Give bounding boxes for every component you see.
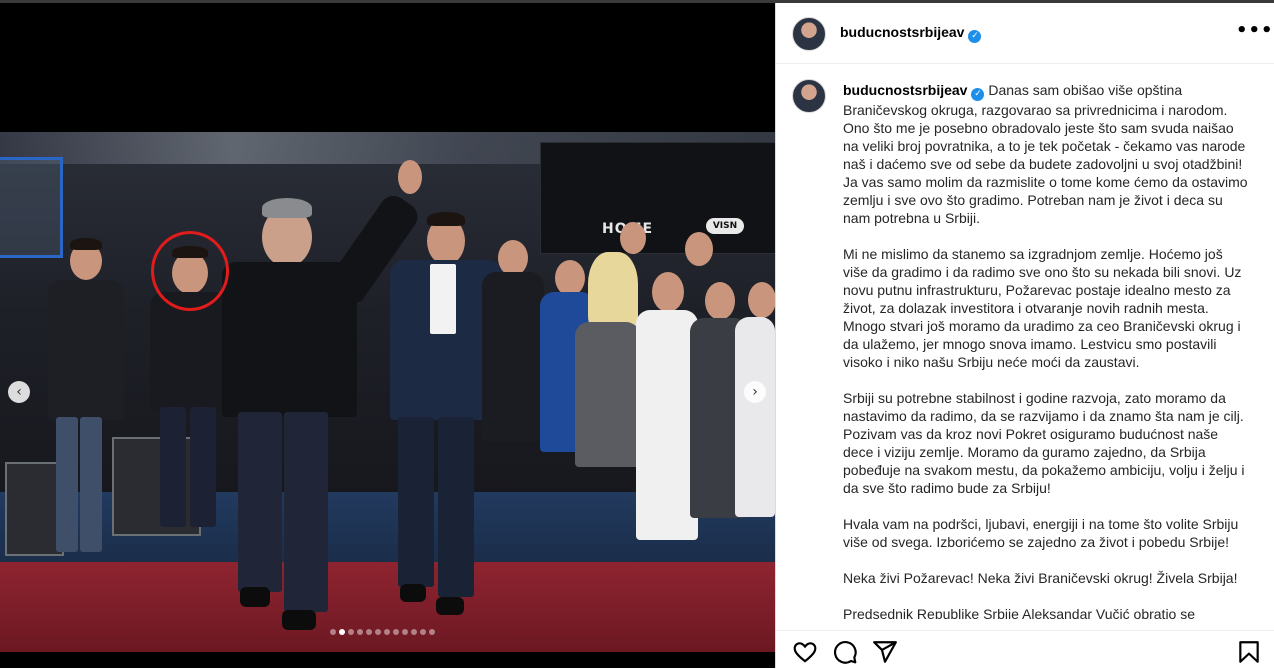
carousel-next-button[interactable]: ›	[744, 381, 766, 403]
heart-icon[interactable]	[792, 639, 818, 665]
author-avatar[interactable]	[792, 17, 826, 51]
carousel-prev-button[interactable]: ‹	[8, 381, 30, 403]
carousel-dot	[366, 629, 372, 635]
carousel-dot	[393, 629, 399, 635]
carousel-dot	[384, 629, 390, 635]
post-caption: buducnostsrbijeav ✓ Danas sam obišao više…	[843, 81, 1248, 619]
comment-icon[interactable]	[832, 639, 858, 665]
carousel-dot	[375, 629, 381, 635]
more-options-icon[interactable]: •••	[1236, 20, 1274, 41]
basketball-hoop	[0, 157, 63, 258]
caption-paragraph: Mi ne mislimo da stanemo sa izgradnjom z…	[843, 246, 1242, 370]
caption-paragraph: Predsednik Republike Srbije Aleksandar V…	[843, 606, 1196, 619]
caption-paragraph: buducnostsrbijeav ✓ Danas sam obišao više…	[843, 81, 1248, 227]
red-carpet	[0, 562, 775, 652]
arena-banner	[540, 142, 775, 254]
bookmark-icon[interactable]	[1236, 639, 1262, 665]
post-photo: HOME VISN	[0, 132, 775, 652]
carousel-dot	[411, 629, 417, 635]
verified-icon: ✓	[968, 30, 982, 43]
carousel-dot	[330, 629, 336, 635]
equipment-case	[112, 437, 201, 536]
share-icon[interactable]	[872, 639, 898, 665]
carousel-dot	[339, 629, 345, 635]
carousel-indicator	[330, 629, 435, 635]
carousel-dot	[348, 629, 354, 635]
post-media: HOME VISN	[0, 3, 775, 668]
carousel-dot	[429, 629, 435, 635]
post-header: buducnostsrbijeav ✓ •••	[776, 3, 1274, 64]
caption-paragraph: Hvala vam na podršci, ljubavi, energiji …	[843, 516, 1239, 550]
caption-text: Danas sam obišao više opština Braničevsk…	[843, 82, 1248, 226]
caption-author[interactable]: buducnostsrbijeav	[843, 82, 967, 98]
banner-logo: VISN	[706, 218, 744, 234]
caption-author-avatar[interactable]	[792, 79, 826, 113]
caption-paragraph: Srbiji su potrebne stabilnost i godine r…	[843, 390, 1245, 496]
verified-icon: ✓	[971, 88, 985, 101]
author-username[interactable]: buducnostsrbijeav ✓	[840, 24, 982, 43]
author-username-text[interactable]: buducnostsrbijeav	[840, 24, 964, 40]
caption-paragraph: Neka živi Požarevac! Neka živi Braničevs…	[843, 570, 1238, 586]
carousel-dot	[402, 629, 408, 635]
carousel-dot	[357, 629, 363, 635]
caption-area: buducnostsrbijeav ✓ Danas sam obišao više…	[792, 79, 1252, 619]
carousel-dot	[420, 629, 426, 635]
post-panel: buducnostsrbijeav ✓ ••• buducnostsrbijeav…	[775, 3, 1274, 669]
action-bar	[776, 630, 1274, 669]
highlight-circle	[151, 231, 229, 311]
